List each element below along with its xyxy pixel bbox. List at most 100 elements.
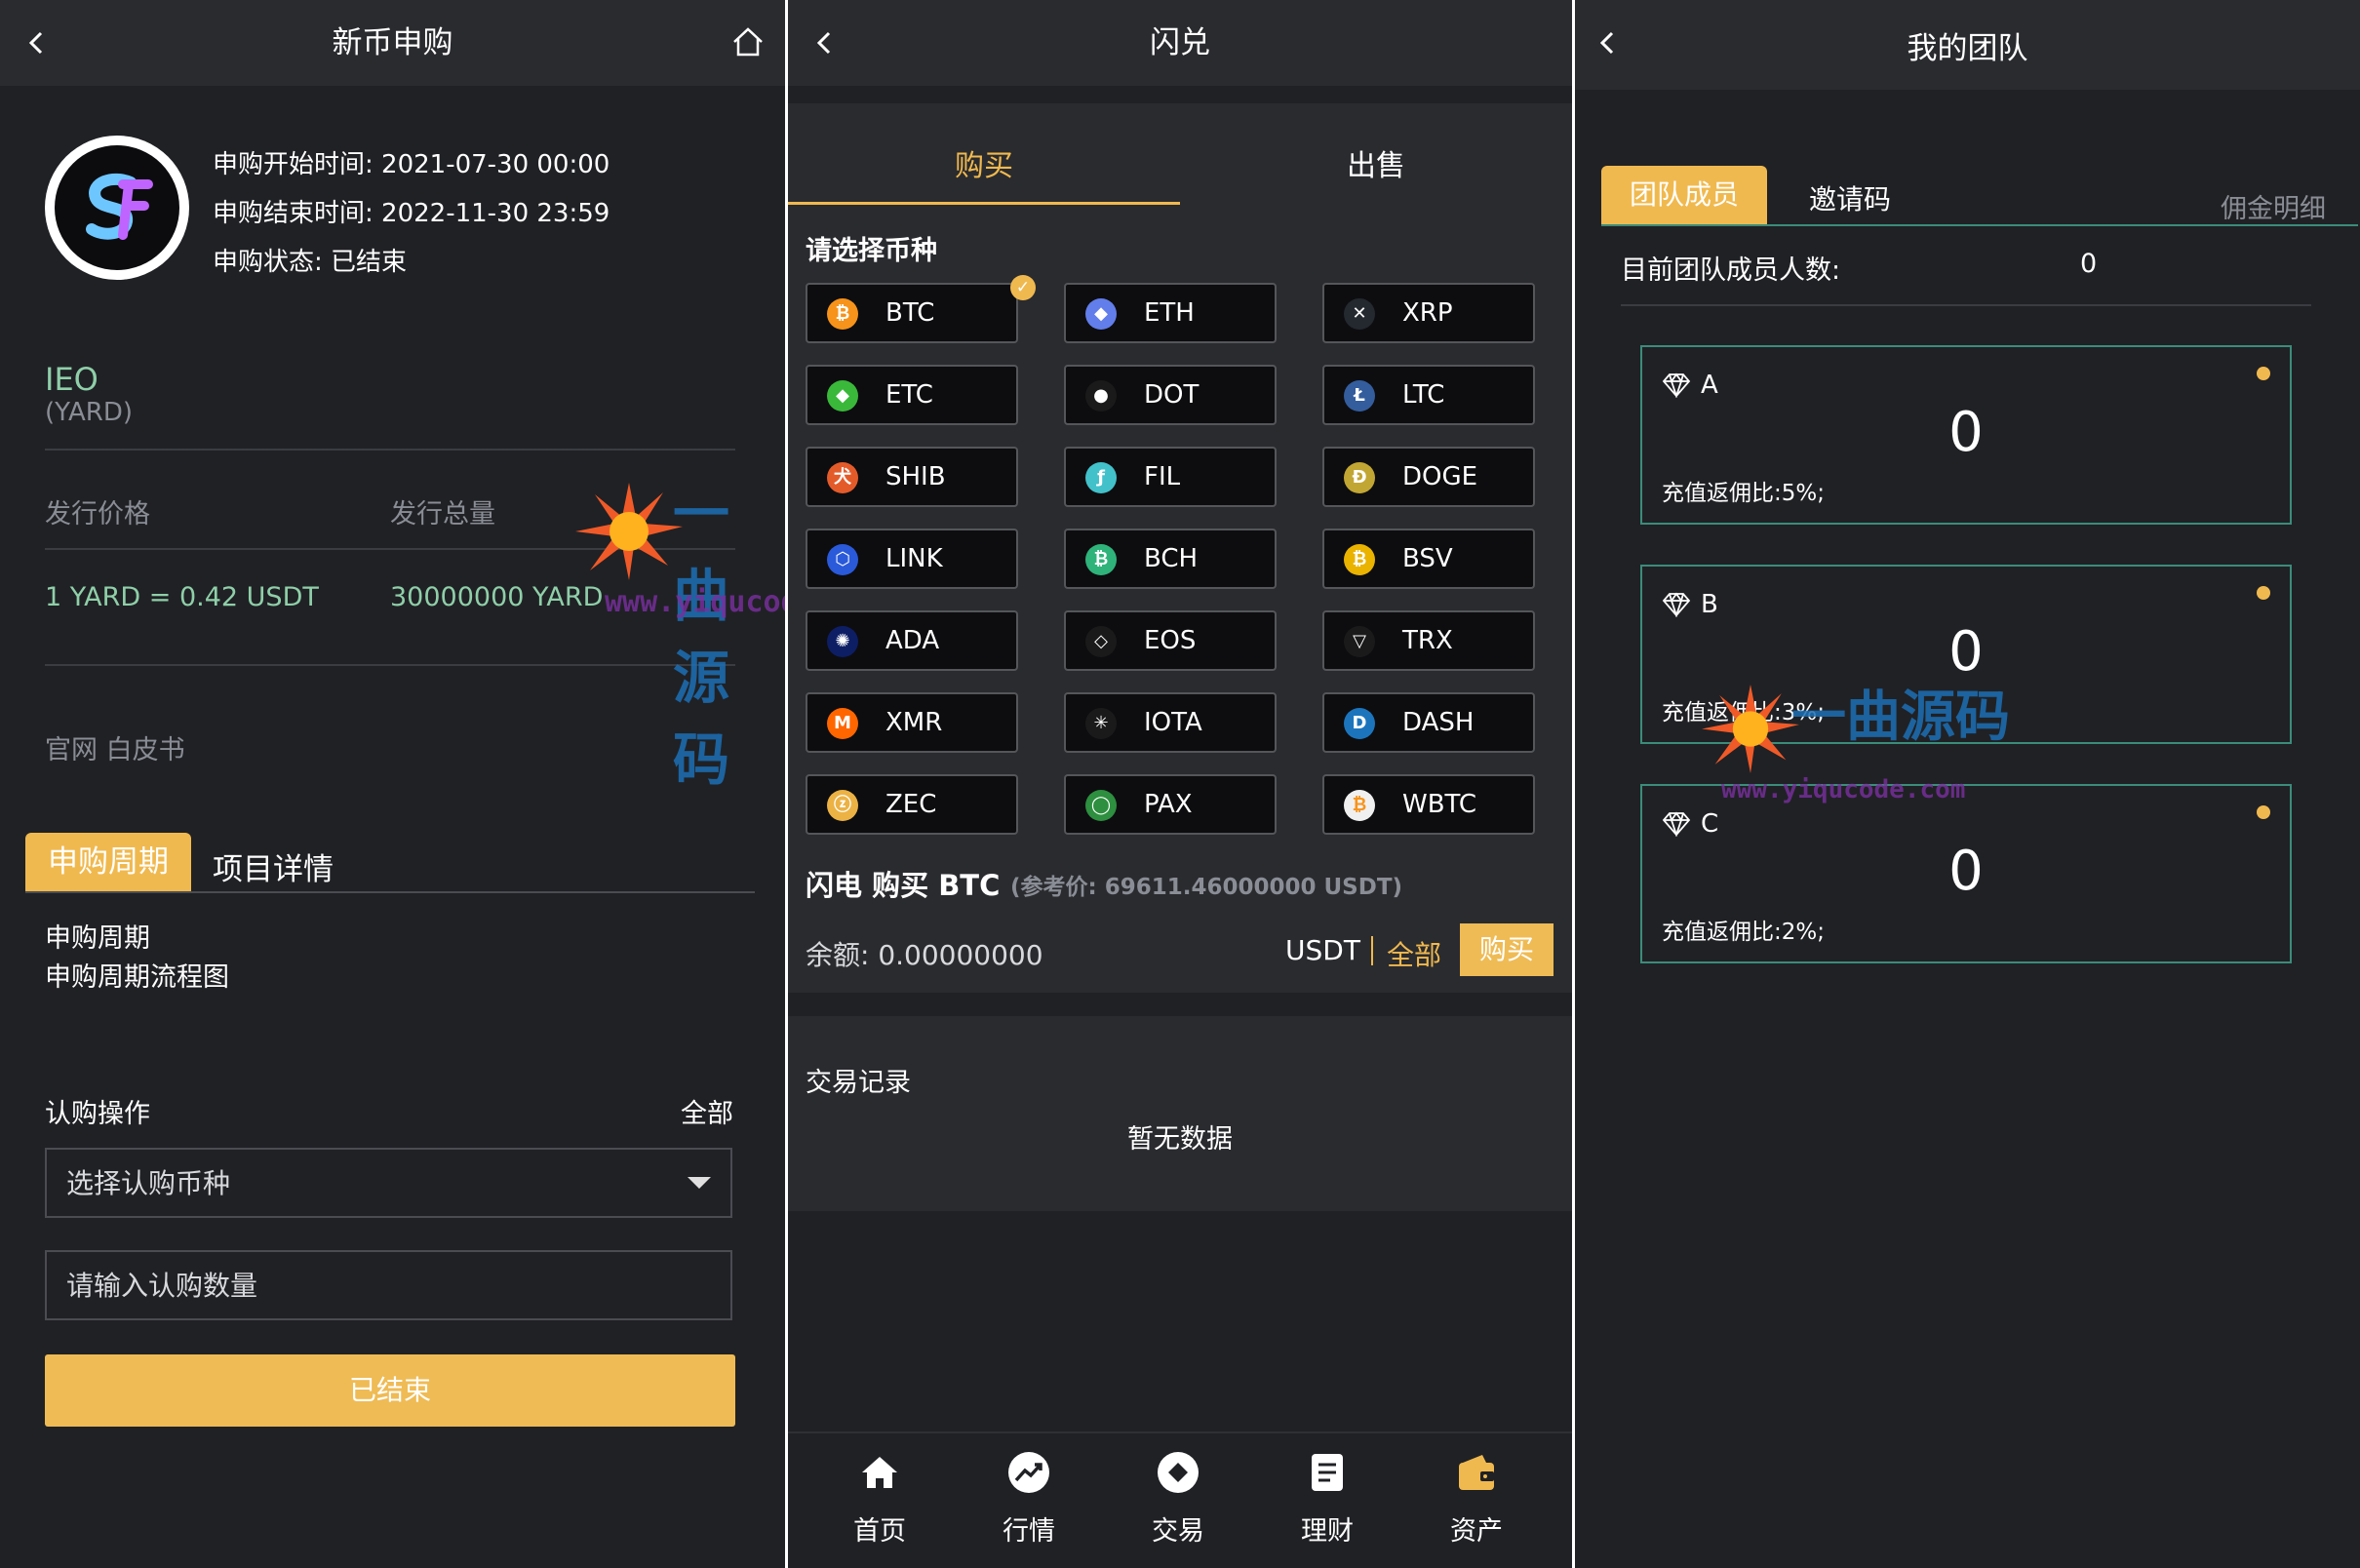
coin-option-eth[interactable]: ◆ ETH [1064, 283, 1277, 343]
status-dot [2257, 367, 2270, 380]
reference-price: (参考价: 69611.46000000 USDT) [1010, 875, 1403, 900]
ada-coin-icon: ✺ [827, 626, 858, 657]
tabbar-home[interactable]: 首页 [821, 1451, 938, 1548]
document-icon [1312, 1454, 1343, 1491]
status-dot [2257, 586, 2270, 600]
level-rate: 充值返佣比:2%; [1662, 920, 1825, 945]
xmr-coin-icon: M [827, 708, 858, 739]
tab-project-details[interactable]: 项目详情 [213, 844, 334, 888]
coin-option-wbtc[interactable]: ₿ WBTC [1322, 774, 1535, 835]
tabbar-finance[interactable]: 理财 [1269, 1451, 1386, 1548]
coin-option-btc[interactable]: ₿ BTC ✓ [806, 275, 1036, 343]
coin-option-xmr[interactable]: M XMR [806, 692, 1018, 753]
dot-coin-icon: ● [1085, 380, 1117, 412]
coin-name: BTC [885, 298, 935, 328]
tabbar-market[interactable]: 行情 [970, 1451, 1087, 1548]
tab-subscription-cycle[interactable]: 申购周期 [25, 833, 191, 891]
exchange-screen: 闪兑 购买 出售 请选择币种 ₿ BTC ✓ ◆ ETH ✕ XRP ◆ ETC ● DOT Ł LTC… [788, 0, 1572, 1568]
coin-option-ltc[interactable]: Ł LTC [1322, 365, 1535, 425]
balance-text: 余额: 0.00000000 [806, 939, 1043, 971]
level-name: B [1701, 590, 1718, 619]
choose-coin-label: 请选择币种 [806, 236, 937, 266]
zec-coin-icon: ⓩ [827, 790, 858, 821]
coin-option-ada[interactable]: ✺ ADA [806, 610, 1018, 671]
records-card [788, 1016, 1572, 1211]
buy-button[interactable]: 购买 [1460, 923, 1554, 976]
page-title: 我的团队 [1907, 31, 2028, 66]
chevron-down-icon [688, 1177, 711, 1189]
all-amount-link[interactable]: 全部 [1387, 934, 1441, 973]
ieo-screen: 新币申购 申购开始时间: 2021-07-30 00:00 申购结束时间: 20… [0, 0, 785, 1568]
no-data-text: 暂无数据 [1127, 1124, 1233, 1155]
website-whitepaper-links[interactable]: 官网 白皮书 [45, 728, 185, 766]
btc-coin-icon: ₿ [827, 298, 858, 330]
status-text: 申购状态: 已结束 [213, 248, 408, 277]
coin-name: TRX [1402, 626, 1453, 655]
level-card-c[interactable]: C 0 充值返佣比:2%; [1640, 784, 2292, 963]
coin-name: DOGE [1402, 462, 1478, 491]
coin-option-shib[interactable]: 犬 SHIB [806, 447, 1018, 507]
tabbar-assets[interactable]: 资产 [1418, 1451, 1535, 1548]
coin-option-pax[interactable]: ◯ PAX [1064, 774, 1277, 835]
coin-name: SHIB [885, 462, 946, 491]
tab-buy-underline [788, 202, 1180, 205]
price-value: 1 YARD = 0.42 USDT [45, 582, 319, 612]
coin-name: EOS [1144, 626, 1197, 655]
coin-name: XMR [885, 708, 943, 737]
coin-option-zec[interactable]: ⓩ ZEC [806, 774, 1018, 835]
iota-coin-icon: ✳ [1085, 708, 1117, 739]
shib-coin-icon: 犬 [827, 462, 858, 493]
eos-coin-icon: ◇ [1085, 626, 1117, 657]
watermark-url: www.yiqucode.com [605, 585, 785, 619]
divider [1371, 936, 1373, 965]
page-title: 闪兑 [1150, 25, 1210, 60]
level-count: 0 [1948, 401, 1984, 464]
coin-option-bch[interactable]: ₿ BCH [1064, 529, 1277, 589]
tabbar-trade[interactable]: 交易 [1120, 1451, 1237, 1548]
coin-name: ADA [885, 626, 940, 655]
fil-coin-icon: ƒ [1085, 462, 1117, 493]
coin-option-eos[interactable]: ◇ EOS [1064, 610, 1277, 671]
project-logo [45, 136, 189, 280]
ltc-coin-icon: Ł [1344, 380, 1375, 412]
level-name: A [1701, 371, 1718, 400]
pax-coin-icon: ◯ [1085, 790, 1117, 821]
home-icon [862, 1457, 897, 1488]
coin-option-dot[interactable]: ● DOT [1064, 365, 1277, 425]
coin-option-iota[interactable]: ✳ IOTA [1064, 692, 1277, 753]
cycle-title: 申购周期 [45, 923, 150, 954]
commission-details-link[interactable]: 佣金明细 [2221, 187, 2326, 225]
cycle-chart-label: 申购周期流程图 [45, 962, 229, 993]
coin-select[interactable]: 选择认购币种 [45, 1148, 732, 1218]
ieo-type: IEO [45, 361, 98, 398]
tab-team-members[interactable]: 团队成员 [1601, 166, 1767, 224]
home-icon[interactable] [731, 25, 765, 59]
tab-buy[interactable]: 购买 [788, 141, 1180, 184]
dash-coin-icon: D [1344, 708, 1375, 739]
trend-chart-icon [1008, 1452, 1049, 1493]
coin-option-link[interactable]: ⬡ LINK [806, 529, 1018, 589]
subscribe-all-link[interactable]: 全部 [681, 1092, 733, 1130]
amount-input[interactable]: 请输入认购数量 [45, 1250, 732, 1320]
coin-option-trx[interactable]: ▽ TRX [1322, 610, 1535, 671]
coin-option-xrp[interactable]: ✕ XRP [1322, 283, 1535, 343]
tab-sell[interactable]: 出售 [1180, 141, 1572, 184]
coin-name: ETC [885, 380, 933, 410]
diamond-icon [1662, 372, 1691, 398]
diamond-icon [1662, 811, 1691, 837]
coin-option-fil[interactable]: ƒ FIL [1064, 447, 1277, 507]
ended-button[interactable]: 已结束 [45, 1354, 735, 1427]
coin-name: BCH [1144, 544, 1199, 573]
ieo-symbol: (YARD) [45, 398, 134, 427]
coin-option-doge[interactable]: Ð DOGE [1322, 447, 1535, 507]
coin-name: PAX [1144, 790, 1193, 819]
coin-option-dash[interactable]: D DASH [1322, 692, 1535, 753]
level-card-a[interactable]: A 0 充值返佣比:5%; [1640, 345, 2292, 525]
link-coin-icon: ⬡ [827, 544, 858, 575]
xrp-coin-icon: ✕ [1344, 298, 1375, 330]
coin-name: ETH [1144, 298, 1195, 328]
coin-option-bsv[interactable]: ₿ BSV [1322, 529, 1535, 589]
sf-logo-icon [86, 173, 153, 240]
tab-invite-code[interactable]: 邀请码 [1809, 178, 1891, 217]
coin-option-etc[interactable]: ◆ ETC [806, 365, 1018, 425]
